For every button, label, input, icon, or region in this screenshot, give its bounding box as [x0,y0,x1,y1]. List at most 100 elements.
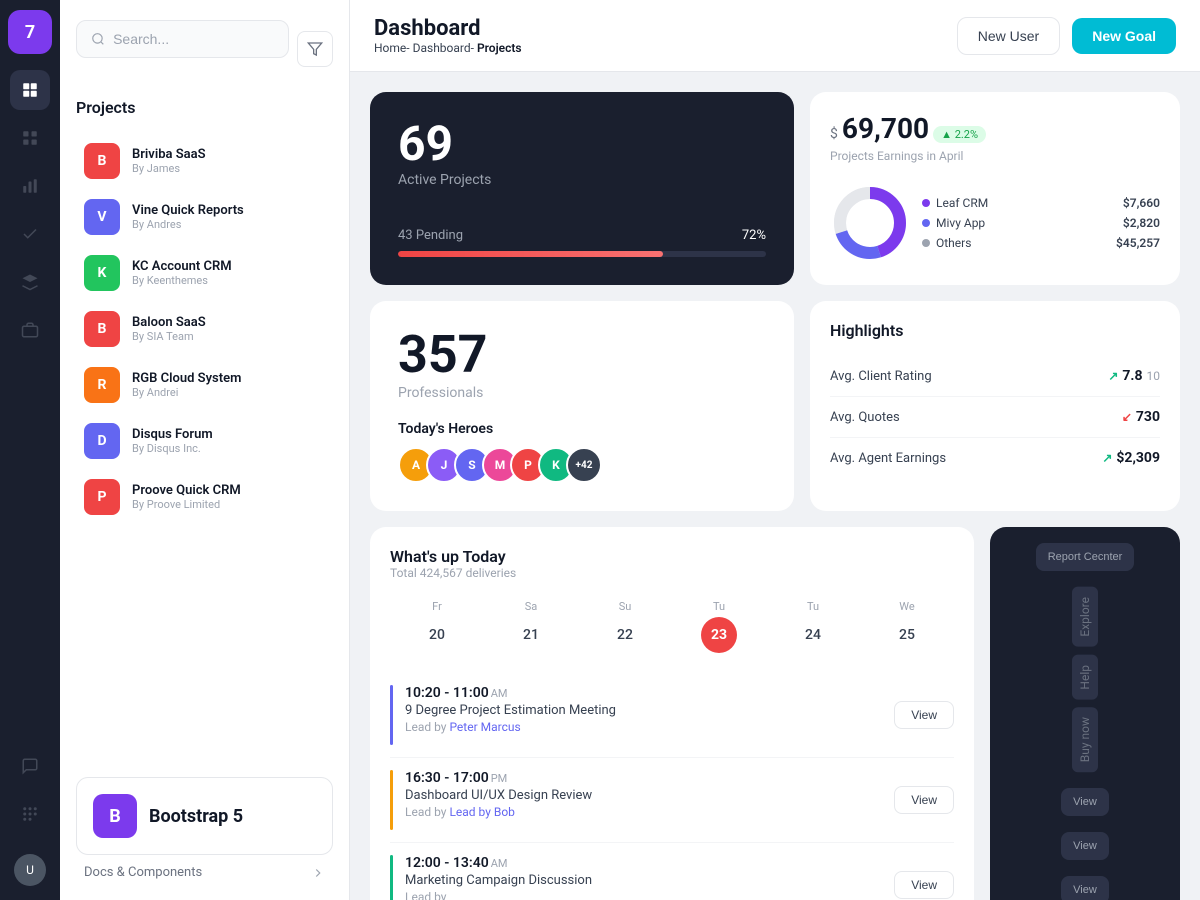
sidebar-icon-check[interactable] [10,214,50,254]
legend-item-leaf: Leaf CRM $7,660 [922,196,1160,210]
earnings-amount: 69,700 [842,112,929,145]
schedule-title: What's up Today [390,547,516,566]
earnings-dollar: $ [830,126,838,142]
hero-avatar: +42 [566,447,602,483]
event-content-2: 16:30 - 17:00PM Dashboard UI/UX Design R… [405,770,882,830]
project-info: Briviba SaaS By James [132,147,325,175]
new-goal-button[interactable]: New Goal [1072,18,1176,54]
buy-now-tab[interactable]: Buy now [1072,707,1098,772]
calendar-day[interactable]: We 25 [860,600,954,653]
highlights-card: Highlights Avg. Client Rating ↗ 7.8 10 A… [810,301,1180,511]
project-item[interactable]: P Proove Quick CRM By Proove Limited [76,469,333,525]
progress-bar [398,251,766,257]
project-by: By Andres [132,218,325,231]
sidebar-icon-dashboard[interactable] [10,70,50,110]
project-logo: V [84,199,120,235]
project-item[interactable]: B Briviba SaaS By James [76,133,333,189]
project-name: Baloon SaaS [132,315,325,330]
project-logo: B [84,143,120,179]
calendar-day[interactable]: Sa 21 [484,600,578,653]
highlights-list: Avg. Client Rating ↗ 7.8 10 Avg. Quotes … [830,356,1160,478]
sidebar-icon-grid[interactable] [10,118,50,158]
user-avatar[interactable]: 7 [8,10,52,54]
view-button-dark-2[interactable]: View [1061,832,1109,860]
calendar-day[interactable]: Fr 20 [390,600,484,653]
breadcrumb: Home- Dashboard- Projects [374,41,522,55]
event-view-button-1[interactable]: View [894,701,954,729]
project-info: KC Account CRM By Keenthemes [132,259,325,287]
project-logo: K [84,255,120,291]
project-item[interactable]: K KC Account CRM By Keenthemes [76,245,333,301]
project-info: Disqus Forum By Disqus Inc. [132,427,325,455]
earnings-card: $ 69,700 ▲ 2.2% Projects Earnings in Apr… [810,92,1180,285]
project-name: KC Account CRM [132,259,325,274]
view-button-dark-3[interactable]: View [1061,876,1109,900]
view-button-dark-1[interactable]: View [1061,788,1109,816]
sidebar: 7 U [0,0,60,900]
project-info: Proove Quick CRM By Proove Limited [132,483,325,511]
event-view-button-3[interactable]: View [894,871,954,899]
sidebar-icon-chart[interactable] [10,166,50,206]
calendar-day[interactable]: Tu 24 [766,600,860,653]
event-bar-1 [390,685,393,745]
event-item-2: 16:30 - 17:00PM Dashboard UI/UX Design R… [390,758,954,843]
search-input[interactable] [113,31,274,47]
highlight-quotes: Avg. Quotes ↙ 730 [830,397,1160,438]
explore-tab[interactable]: Explore [1072,587,1098,647]
event-lead-link-2[interactable]: Lead by Bob [449,805,514,819]
project-logo: P [84,479,120,515]
calendar-day[interactable]: Tu 23 [672,600,766,653]
header-title-section: Dashboard Home- Dashboard- Projects [374,16,522,55]
event-item-1: 10:20 - 11:00AM 9 Degree Project Estimat… [390,673,954,758]
filter-button[interactable] [297,31,333,67]
header-actions: New User New Goal [957,17,1176,55]
highlight-earnings: Avg. Agent Earnings ↗ $2,309 [830,438,1160,478]
projects-title: Projects [76,98,333,117]
project-logo: B [84,311,120,347]
project-by: By Proove Limited [132,498,325,511]
project-item[interactable]: B Baloon SaaS By SIA Team [76,301,333,357]
project-name: Proove Quick CRM [132,483,325,498]
left-panel: Projects B Briviba SaaS By James V Vine … [60,0,350,900]
sidebar-icon-layers[interactable] [10,262,50,302]
help-tab[interactable]: Help [1072,655,1098,700]
sidebar-icon-message[interactable] [10,746,50,786]
new-user-button[interactable]: New User [957,17,1060,55]
professionals-number: 357 [398,329,766,381]
sidebar-icon-user-bottom[interactable]: U [10,850,50,890]
professionals-label: Professionals [398,385,766,401]
docs-text: Docs & Components [84,865,202,880]
search-bar[interactable] [76,20,289,58]
docs-row[interactable]: Docs & Components [76,855,333,880]
project-logo: R [84,367,120,403]
page-title: Dashboard [374,16,522,41]
project-item[interactable]: D Disqus Forum By Disqus Inc. [76,413,333,469]
donut-chart [830,183,910,263]
project-item[interactable]: V Vine Quick Reports By Andres [76,189,333,245]
legend-item-mivy: Mivy App $2,820 [922,216,1160,230]
earnings-badge: ▲ 2.2% [933,126,986,143]
project-name: Disqus Forum [132,427,325,442]
chevron-right-icon [311,866,325,880]
pending-count: 43 Pending [398,228,463,243]
bootstrap-card: B Bootstrap 5 [76,777,333,855]
report-center-button[interactable]: Report Cecnter [1036,543,1135,571]
schedule-card: What's up Today Total 424,567 deliveries… [370,527,974,900]
sidebar-icon-apps[interactable] [10,794,50,834]
schedule-header: What's up Today Total 424,567 deliveries [390,547,954,596]
event-view-button-2[interactable]: View [894,786,954,814]
earnings-chart: Leaf CRM $7,660 Mivy App $2,820 [830,183,1160,263]
sidebar-icon-briefcase[interactable] [10,310,50,350]
dark-side-panel: Report Cecnter Explore Help Buy now View… [990,527,1180,900]
project-logo: D [84,423,120,459]
active-projects-number: 69 [398,120,766,168]
highlights-title: Highlights [830,321,1160,340]
project-name: Briviba SaaS [132,147,325,162]
project-item[interactable]: R RGB Cloud System By Andrei [76,357,333,413]
event-lead-link-1[interactable]: Peter Marcus [449,720,520,734]
project-info: Baloon SaaS By SIA Team [132,315,325,343]
calendar-day[interactable]: Su 22 [578,600,672,653]
header: Dashboard Home- Dashboard- Projects New … [350,0,1200,72]
active-projects-card: 69 Active Projects 43 Pending 72% [370,92,794,285]
professionals-card: 357 Professionals Today's Heroes AJSMPK+… [370,301,794,511]
